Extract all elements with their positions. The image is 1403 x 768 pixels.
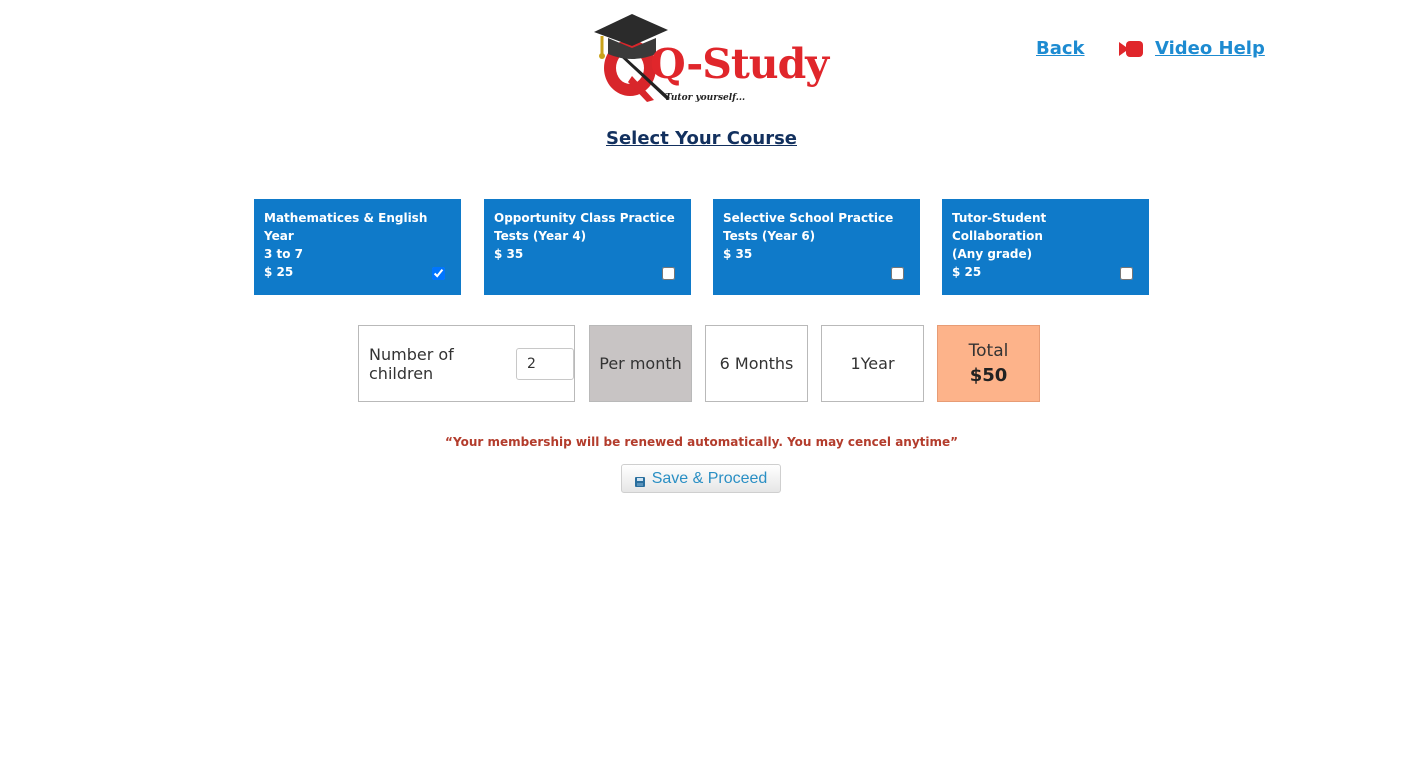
logo-wordmark: Q-Study — [650, 40, 829, 88]
course-card-tutor-student[interactable]: Tutor-Student Collaboration (Any grade) … — [942, 199, 1149, 295]
video-help-link[interactable]: Video Help — [1117, 38, 1265, 59]
total-amount: $50 — [969, 365, 1008, 386]
course-card-selective-school[interactable]: Selective School Practice Tests (Year 6)… — [713, 199, 920, 295]
total-label: Total — [968, 341, 1009, 361]
save-proceed-label: Save & Proceed — [651, 469, 768, 487]
children-count-input[interactable] — [516, 347, 574, 380]
back-link[interactable]: Back — [1036, 38, 1085, 59]
course-checkbox-tutor-student[interactable] — [1120, 267, 1133, 280]
children-label: Number of children — [369, 344, 454, 383]
period-six-months-option[interactable]: 6 Months — [705, 325, 808, 402]
course-checkbox-math-english[interactable] — [432, 267, 445, 280]
course-card-opportunity-class[interactable]: Opportunity Class Practice Tests (Year 4… — [484, 199, 691, 295]
course-price: $ 25 — [952, 265, 982, 279]
course-price: $ 35 — [723, 247, 753, 261]
save-proceed-button[interactable]: Save & Proceed — [621, 464, 781, 493]
logo-tagline: Tutor yourself... — [665, 93, 746, 103]
video-camera-icon — [1117, 39, 1145, 59]
course-checkbox-selective-school[interactable] — [891, 267, 904, 280]
renewal-notice: “Your membership will be renewed automat… — [444, 435, 959, 449]
period-per-month-option[interactable]: Per month — [589, 325, 692, 402]
course-name: Opportunity Class Practice Tests (Year 4… — [494, 211, 675, 243]
save-disk-icon — [634, 474, 645, 487]
course-card-math-english[interactable]: Mathematices & English Year 3 to 7 $ 25 — [254, 199, 461, 295]
period-one-year-option[interactable]: 1Year — [821, 325, 924, 402]
course-checkbox-opportunity-class[interactable] — [662, 267, 675, 280]
page-title: Select Your Course — [606, 128, 797, 149]
children-count-box: Number of children — [358, 325, 575, 402]
course-price: $ 35 — [494, 247, 524, 261]
course-name: Selective School Practice Tests (Year 6) — [723, 211, 894, 243]
course-name: Tutor-Student Collaboration (Any grade) — [952, 211, 1047, 261]
video-help-label: Video Help — [1155, 38, 1265, 59]
course-name: Mathematices & English Year 3 to 7 — [264, 211, 428, 261]
total-box: Total $50 — [937, 325, 1040, 402]
course-price: $ 25 — [264, 265, 294, 279]
